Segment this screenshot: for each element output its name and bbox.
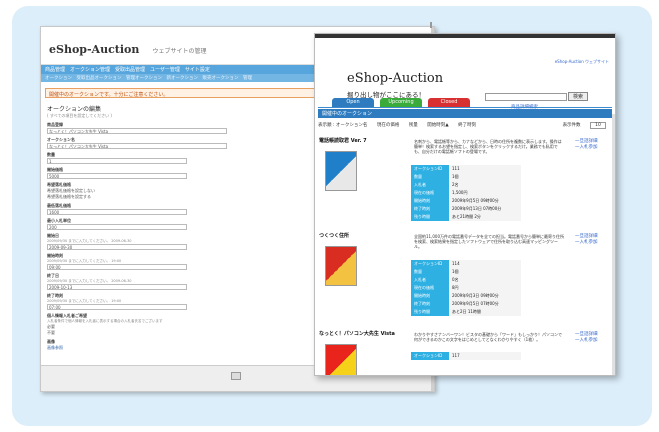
spec-row: 終了時刻 2009年9月5日 07時00分 xyxy=(411,300,521,308)
spec-key: 残り時間 xyxy=(411,213,449,221)
field-input[interactable]: 1600 xyxy=(47,209,187,215)
spec-value: 1個 xyxy=(449,173,521,181)
spec-value: 2009年9月5日 09時00分 xyxy=(449,197,521,205)
spec-value: あと2日 11時間 xyxy=(449,308,521,316)
sort-option-qty[interactable]: 残量 xyxy=(409,123,418,128)
spec-value: 114 xyxy=(449,260,521,268)
field-input[interactable]: 1 xyxy=(47,158,187,164)
spec-value: あと21時間 2分 xyxy=(449,213,521,221)
spec-row: 開始時刻 2009年9月5日 09時00分 xyxy=(411,197,521,205)
sort-label: 表示順 : オークション名 xyxy=(318,123,368,128)
item-links: 一旦話詳細 一入札参加 xyxy=(575,234,598,246)
window-handle xyxy=(430,22,432,28)
product-box-image[interactable] xyxy=(325,246,357,286)
spec-row: 残り時間 あと2日 11時間 xyxy=(411,308,521,316)
spec-key: オークションID xyxy=(411,165,449,173)
admin-subtitle: ウェブサイトの管理 xyxy=(152,48,207,55)
spec-row: 現在の価格 8円 xyxy=(411,284,521,292)
section-header: 開催中のオークション xyxy=(318,109,612,118)
bid-link[interactable]: 一入札参加 xyxy=(575,338,598,344)
product-box-image[interactable] xyxy=(325,151,357,191)
item-description: わかりやすさナンバーワン！ビスタの基礎から「ワード」もしっかり！パソコンで何がで… xyxy=(414,332,562,342)
field-input[interactable]: 07:00 xyxy=(47,304,187,310)
spec-row: 開始時刻 2009年9月3日 09時00分 xyxy=(411,292,521,300)
spec-row: オークションID 117 xyxy=(411,352,521,360)
spec-key: 入札者 xyxy=(411,181,449,189)
spec-key: 入札者 xyxy=(411,276,449,284)
per-page-select[interactable]: 10 xyxy=(590,122,606,129)
sort-row: 表示順 : オークション名 現在の価格 残量 開始時刻▲ 終了時刻 表示件数 1… xyxy=(318,122,612,130)
field-input[interactable]: なっとく！パソコン大先生 Vista xyxy=(47,128,227,134)
field-input[interactable]: 200 xyxy=(47,224,187,230)
spec-key: 数量 xyxy=(411,268,449,276)
per-page-control: 表示件数 10 xyxy=(563,122,606,129)
spec-row: 入札者 0名 xyxy=(411,276,521,284)
spec-row: 残り時間 あと21時間 2分 xyxy=(411,213,521,221)
sort-option-price[interactable]: 現在の価格 xyxy=(377,123,400,128)
shop-scrollbar[interactable] xyxy=(612,114,615,375)
item-links: 一旦話詳細 一入札参加 xyxy=(575,332,598,344)
spec-row: 数量 1個 xyxy=(411,173,521,181)
item-specs: オークションID 114 数量 1個 入札者 0名 現在の価格 8円 開始時刻 2009年9月3日… xyxy=(411,260,521,316)
spec-key: オークションID xyxy=(411,352,449,360)
tab-closed[interactable]: Closed xyxy=(428,98,470,107)
spec-value: 1,500円 xyxy=(449,189,521,197)
shop-window: eShop-Auction ウェブサイト eShop-Auction 掘り出し物… xyxy=(314,33,616,376)
spec-row: オークションID 111 xyxy=(411,165,521,173)
product-box-image[interactable] xyxy=(325,344,357,375)
top-link[interactable]: eShop-Auction ウェブサイト xyxy=(555,59,609,65)
sort-option-start[interactable]: 開始時刻▲ xyxy=(427,123,448,128)
field-input[interactable]: なっとく！パソコン大先生 Vista xyxy=(47,143,227,149)
tab-upcoming[interactable]: Upcoming xyxy=(380,98,422,107)
tab-open[interactable]: Open xyxy=(332,98,374,107)
spec-value: 2009年9月3日 09時00分 xyxy=(449,292,521,300)
spec-key: 終了時刻 xyxy=(411,300,449,308)
footer-button[interactable] xyxy=(231,372,241,380)
sort-option-end[interactable]: 終了時刻 xyxy=(458,123,476,128)
spec-key: 終了時刻 xyxy=(411,205,449,213)
item-specs: オークションID 117 xyxy=(411,352,521,360)
auction-tabs: Open Upcoming Closed xyxy=(318,98,614,107)
spec-row: 入札者 2名 xyxy=(411,181,521,189)
shop-brand: eShop-Auction xyxy=(347,71,444,86)
spec-key: 開始時刻 xyxy=(411,292,449,300)
spec-value: 2名 xyxy=(449,181,521,189)
per-page-label: 表示件数 xyxy=(562,123,581,128)
item-links: 一旦話詳細 一入札参加 xyxy=(575,139,598,151)
spec-value: 0名 xyxy=(449,276,521,284)
item-name[interactable]: 電話帳読取君 Ver. 7 xyxy=(319,137,367,144)
field-input[interactable]: 5000 xyxy=(47,173,187,179)
spec-value: 117 xyxy=(449,352,521,360)
spec-key: オークションID xyxy=(411,260,449,268)
item-description: 全国約11,000万件の電話番号データを全ての担当。電話番号から簡単に最寄り住所… xyxy=(414,234,564,249)
spec-key: 開始時刻 xyxy=(411,197,449,205)
item-description: 名刺から、電話帳等から、カナなどから、日時の住所を複数に表示します。操作は簡単！… xyxy=(414,139,562,154)
item-name[interactable]: つくつく住所 xyxy=(319,232,349,239)
spec-key: 現在の価格 xyxy=(411,189,449,197)
spec-row: 数量 1個 xyxy=(411,268,521,276)
item-specs: オークションID 111 数量 1個 入札者 2名 現在の価格 1,500円 開始時刻 2009年… xyxy=(411,165,521,221)
tab-underline xyxy=(318,107,612,108)
field-input[interactable]: 09:00 xyxy=(47,264,187,270)
spec-row: 現在の価格 1,500円 xyxy=(411,189,521,197)
spec-value: 1個 xyxy=(449,268,521,276)
item-name[interactable]: なっとく！パソコン大先生 Vista xyxy=(319,330,395,337)
spec-value: 111 xyxy=(449,165,521,173)
spec-value: 2009年9月13日 07時00分 xyxy=(449,205,521,213)
spec-key: 数量 xyxy=(411,173,449,181)
bid-link[interactable]: 一入札参加 xyxy=(575,240,598,246)
spec-row: オークションID 114 xyxy=(411,260,521,268)
spec-value: 2009年9月5日 07時00分 xyxy=(449,300,521,308)
admin-logo: eShop-Auction xyxy=(49,43,140,56)
field-input[interactable]: 2009-10-13 xyxy=(47,284,187,290)
spec-key: 現在の価格 xyxy=(411,284,449,292)
browser-toolbar xyxy=(315,34,615,38)
spec-key: 残り時間 xyxy=(411,308,449,316)
spec-row: 終了時刻 2009年9月13日 07時00分 xyxy=(411,205,521,213)
spec-value: 8円 xyxy=(449,284,521,292)
bid-link[interactable]: 一入札参加 xyxy=(575,145,598,151)
field-input[interactable]: 2009-09-30 xyxy=(47,244,187,250)
